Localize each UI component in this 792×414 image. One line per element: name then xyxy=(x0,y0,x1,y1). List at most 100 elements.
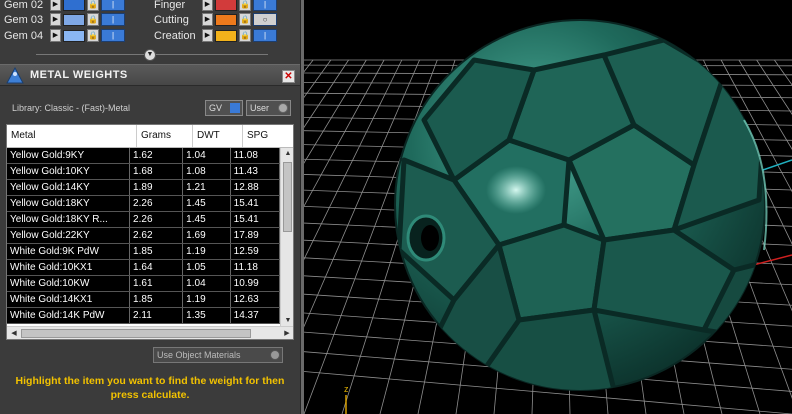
spg-cell: 11.18 xyxy=(231,260,280,275)
metal-weights-table[interactable]: Metal Grams DWT SPG Yellow Gold:9KY 1.62 1… xyxy=(6,124,294,340)
table-header: Metal Grams DWT SPG xyxy=(7,125,293,148)
metal-weights-header: METAL WEIGHTS ✕ xyxy=(0,64,300,86)
grams-cell: 1.85 xyxy=(130,292,184,307)
column-header-grams[interactable]: Grams xyxy=(137,125,193,147)
layer-color-swatch[interactable] xyxy=(63,13,85,26)
vertical-scrollbar[interactable]: ▲ ▼ xyxy=(280,148,293,326)
layer-color-swatch[interactable] xyxy=(63,0,85,11)
visibility-toggle[interactable]: | xyxy=(101,29,125,42)
play-arrow-icon[interactable]: ▶ xyxy=(50,13,61,26)
dwt-cell: 1.69 xyxy=(183,228,231,243)
table-row[interactable]: White Gold:14KX1 1.85 1.19 12.63 xyxy=(7,292,280,308)
table-row[interactable]: White Gold:10KW 1.61 1.04 10.99 xyxy=(7,276,280,292)
visibility-toggle[interactable]: ○ xyxy=(253,13,277,26)
column-header-metal[interactable]: Metal xyxy=(7,125,137,147)
grams-cell: 2.26 xyxy=(130,212,184,227)
metal-cell: Yellow Gold:22KY xyxy=(7,228,131,243)
lock-icon[interactable]: 🔒 xyxy=(239,13,251,26)
table-row[interactable]: Yellow Gold:9KY 1.62 1.04 11.08 xyxy=(7,148,280,164)
metal-cell: Yellow Gold:10KY xyxy=(7,164,131,179)
dwt-cell: 1.04 xyxy=(183,148,231,163)
viewport-canvas[interactable]: z xyxy=(304,0,792,414)
visibility-toggle[interactable]: | xyxy=(101,0,125,11)
hint-text: Highlight the item you want to find the … xyxy=(15,375,285,401)
layer-color-swatch[interactable] xyxy=(215,0,237,11)
grams-cell: 2.11 xyxy=(130,308,184,323)
metal-cell: Yellow Gold:9KY xyxy=(7,148,131,163)
layer-row-creation[interactable]: Creation ▶ 🔒 | xyxy=(150,28,277,43)
dwt-cell: 1.19 xyxy=(183,244,231,259)
layer-row-gem03[interactable]: Gem 03 ▶ 🔒 | xyxy=(0,12,125,27)
lock-icon[interactable]: 🔒 xyxy=(239,0,251,11)
scroll-thumb[interactable] xyxy=(283,162,292,232)
scroll-right-icon[interactable]: ▶ xyxy=(280,329,293,337)
spg-cell: 11.08 xyxy=(231,148,280,163)
scroll-up-icon[interactable]: ▲ xyxy=(281,150,293,157)
table-row[interactable]: Yellow Gold:22KY 2.62 1.69 17.89 xyxy=(7,228,280,244)
lock-icon[interactable]: 🔒 xyxy=(87,0,99,11)
visibility-toggle[interactable]: | xyxy=(253,29,277,42)
play-arrow-icon[interactable]: ▶ xyxy=(50,0,61,11)
left-panel: Gem 02 ▶ 🔒 | Gem 03 ▶ 🔒 | Gem 04 ▶ 🔒 | F… xyxy=(0,0,304,414)
table-row[interactable]: White Gold:9K PdW 1.85 1.19 12.59 xyxy=(7,244,280,260)
visibility-toggle[interactable]: | xyxy=(101,13,125,26)
dwt-cell: 1.21 xyxy=(183,180,231,195)
spg-cell: 15.41 xyxy=(231,212,280,227)
metal-cell: White Gold:10KW xyxy=(7,276,131,291)
table-row[interactable]: White Gold:10KX1 1.64 1.05 11.18 xyxy=(7,260,280,276)
table-row[interactable]: Yellow Gold:14KY 1.89 1.21 12.88 xyxy=(7,180,280,196)
toggle-indicator xyxy=(270,350,280,360)
use-object-materials-button[interactable]: Use Object Materials xyxy=(153,347,283,363)
grams-cell: 2.62 xyxy=(130,228,184,243)
play-arrow-icon[interactable]: ▶ xyxy=(50,29,61,42)
close-icon[interactable]: ✕ xyxy=(282,70,295,83)
soccer-ball-model[interactable] xyxy=(394,19,774,410)
metal-cell: Yellow Gold:18KY R... xyxy=(7,212,131,227)
layer-row-finger[interactable]: Finger ▶ 🔒 | xyxy=(150,0,277,12)
dwt-cell: 1.08 xyxy=(183,164,231,179)
user-toggle-button[interactable]: User xyxy=(246,100,291,116)
spg-cell: 14.37 xyxy=(231,308,280,323)
layer-row-gem02[interactable]: Gem 02 ▶ 🔒 | xyxy=(0,0,125,12)
layer-row-gem04[interactable]: Gem 04 ▶ 🔒 | xyxy=(0,28,125,43)
metal-cell: White Gold:9K PdW xyxy=(7,244,131,259)
lock-icon[interactable]: 🔒 xyxy=(239,29,251,42)
lock-icon[interactable]: 🔒 xyxy=(87,13,99,26)
grams-cell: 2.26 xyxy=(130,196,184,211)
3d-viewport[interactable]: z xyxy=(304,0,792,414)
spg-cell: 12.63 xyxy=(231,292,280,307)
gv-toggle-button[interactable]: GV xyxy=(205,100,243,116)
layer-color-swatch[interactable] xyxy=(215,13,237,26)
lock-icon[interactable]: 🔒 xyxy=(87,29,99,42)
table-row[interactable]: Yellow Gold:18KY 2.26 1.45 15.41 xyxy=(7,196,280,212)
play-arrow-icon[interactable]: ▶ xyxy=(202,29,213,42)
layer-row-cutting[interactable]: Cutting ▶ 🔒 ○ xyxy=(150,12,277,27)
column-header-dwt[interactable]: DWT xyxy=(193,125,243,147)
layer-color-swatch[interactable] xyxy=(63,29,85,42)
play-arrow-icon[interactable]: ▶ xyxy=(202,13,213,26)
dwt-cell: 1.04 xyxy=(183,276,231,291)
horizontal-scrollbar[interactable]: ◀ ▶ xyxy=(7,326,293,339)
table-body: Yellow Gold:9KY 1.62 1.04 11.08 Yellow Gold:… xyxy=(7,148,280,324)
metal-cell: Yellow Gold:18KY xyxy=(7,196,131,211)
dwt-cell: 1.45 xyxy=(183,196,231,211)
visibility-toggle[interactable]: | xyxy=(253,0,277,11)
metal-weights-icon xyxy=(6,67,24,84)
grams-cell: 1.68 xyxy=(130,164,184,179)
spg-cell: 12.88 xyxy=(231,180,280,195)
scroll-down-icon[interactable]: ▼ xyxy=(281,317,293,324)
scroll-thumb[interactable] xyxy=(21,329,251,338)
use-object-materials-label: Use Object Materials xyxy=(157,350,241,360)
play-arrow-icon[interactable]: ▶ xyxy=(202,0,213,11)
column-header-spg[interactable]: SPG xyxy=(243,125,293,147)
metal-cell: White Gold:14KX1 xyxy=(7,292,131,307)
scroll-left-icon[interactable]: ◀ xyxy=(7,329,21,337)
table-row[interactable]: Yellow Gold:18KY R... 2.26 1.45 15.41 xyxy=(7,212,280,228)
grams-cell: 1.64 xyxy=(130,260,184,275)
table-row[interactable]: White Gold:14K PdW 2.11 1.35 14.37 xyxy=(7,308,280,324)
table-row[interactable]: Yellow Gold:10KY 1.68 1.08 11.43 xyxy=(7,164,280,180)
collapse-chevron-icon[interactable]: ▼ xyxy=(144,49,156,61)
layer-color-swatch[interactable] xyxy=(215,29,237,42)
spg-cell: 12.59 xyxy=(231,244,280,259)
metal-cell: Yellow Gold:14KY xyxy=(7,180,131,195)
